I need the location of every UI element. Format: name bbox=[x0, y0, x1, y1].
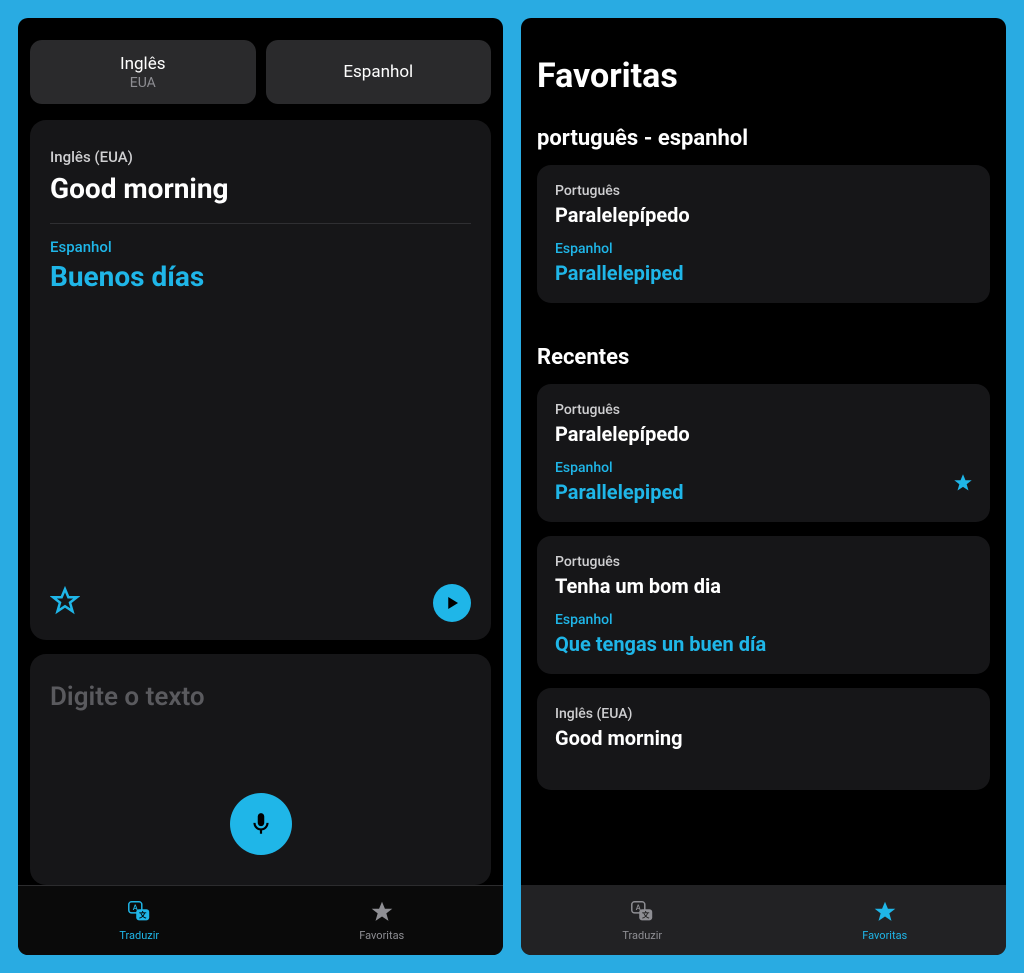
translation-card: Inglês (EUA) Good morning Espanhol Bueno… bbox=[30, 120, 491, 640]
recent-src-lang: Inglês (EUA) bbox=[555, 706, 972, 722]
tab-translate[interactable]: A 文 Traduzir bbox=[18, 886, 261, 955]
play-button[interactable] bbox=[433, 584, 471, 622]
target-text: Buenos días bbox=[50, 260, 471, 293]
recents-heading: Recentes bbox=[537, 345, 990, 370]
svg-text:文: 文 bbox=[642, 909, 650, 919]
star-filled-icon[interactable] bbox=[952, 472, 974, 498]
page-title: Favoritas bbox=[537, 56, 990, 96]
card-footer bbox=[50, 574, 471, 622]
svg-text:文: 文 bbox=[139, 910, 147, 920]
favorite-tgt-text: Parallelepiped bbox=[555, 261, 972, 285]
target-language-pill[interactable]: Espanhol bbox=[266, 40, 492, 104]
star-outline-icon[interactable] bbox=[50, 586, 80, 620]
tab-bar: A 文 Traduzir Favoritas bbox=[18, 885, 503, 955]
favorite-src-text: Paralelepípedo bbox=[555, 203, 972, 227]
source-language-label: Inglês (EUA) bbox=[50, 148, 471, 166]
source-text: Good morning bbox=[50, 172, 471, 205]
language-pair-heading: português - espanhol bbox=[537, 126, 990, 151]
recent-src-text: Good morning bbox=[555, 726, 972, 750]
microphone-button[interactable] bbox=[230, 793, 292, 855]
recent-tgt-lang: Espanhol bbox=[555, 460, 972, 476]
target-language-name: Espanhol bbox=[343, 62, 413, 82]
recent-src-lang: Português bbox=[555, 402, 972, 418]
recent-tgt-text: Parallelepiped bbox=[555, 480, 972, 504]
favorite-tgt-lang: Espanhol bbox=[555, 241, 972, 257]
tab-bar: A 文 Traduzir Favoritas bbox=[521, 885, 1006, 955]
phone-favorites-screen: Favoritas português - espanhol Português… bbox=[521, 18, 1006, 955]
recent-card[interactable]: Português Tenha um bom dia Espanhol Que … bbox=[537, 536, 990, 674]
tab-favorites-label: Favoritas bbox=[359, 929, 404, 942]
tab-translate[interactable]: A 文 Traduzir bbox=[521, 885, 764, 955]
favorite-card[interactable]: Português Paralelepípedo Espanhol Parall… bbox=[537, 165, 990, 303]
source-language-pill[interactable]: Inglês EUA bbox=[30, 40, 256, 104]
tab-translate-label: Traduzir bbox=[622, 929, 662, 942]
favorites-scroll[interactable]: Favoritas português - espanhol Português… bbox=[521, 18, 1006, 955]
recent-src-text: Paralelepípedo bbox=[555, 422, 972, 446]
language-selectors: Inglês EUA Espanhol bbox=[18, 18, 503, 114]
target-language-label: Espanhol bbox=[50, 238, 471, 256]
recent-src-text: Tenha um bom dia bbox=[555, 574, 972, 598]
tab-favorites[interactable]: Favoritas bbox=[261, 886, 504, 955]
text-input-card[interactable]: Digite o texto bbox=[30, 654, 491, 885]
source-language-region: EUA bbox=[130, 75, 156, 91]
source-language-name: Inglês bbox=[120, 54, 165, 74]
text-input-placeholder: Digite o texto bbox=[50, 682, 471, 712]
tab-favorites[interactable]: Favoritas bbox=[764, 885, 1007, 955]
divider bbox=[50, 223, 471, 224]
recent-tgt-text: Que tengas un buen día bbox=[555, 632, 972, 656]
recent-tgt-lang: Espanhol bbox=[555, 612, 972, 628]
favorite-src-lang: Português bbox=[555, 183, 972, 199]
tab-favorites-label: Favoritas bbox=[862, 929, 907, 942]
phone-translate-screen: Inglês EUA Espanhol Inglês (EUA) Good mo… bbox=[18, 18, 503, 955]
recent-src-lang: Português bbox=[555, 554, 972, 570]
recent-card[interactable]: Português Paralelepípedo Espanhol Parall… bbox=[537, 384, 990, 522]
tab-translate-label: Traduzir bbox=[119, 929, 159, 942]
recent-card[interactable]: Inglês (EUA) Good morning bbox=[537, 688, 990, 790]
